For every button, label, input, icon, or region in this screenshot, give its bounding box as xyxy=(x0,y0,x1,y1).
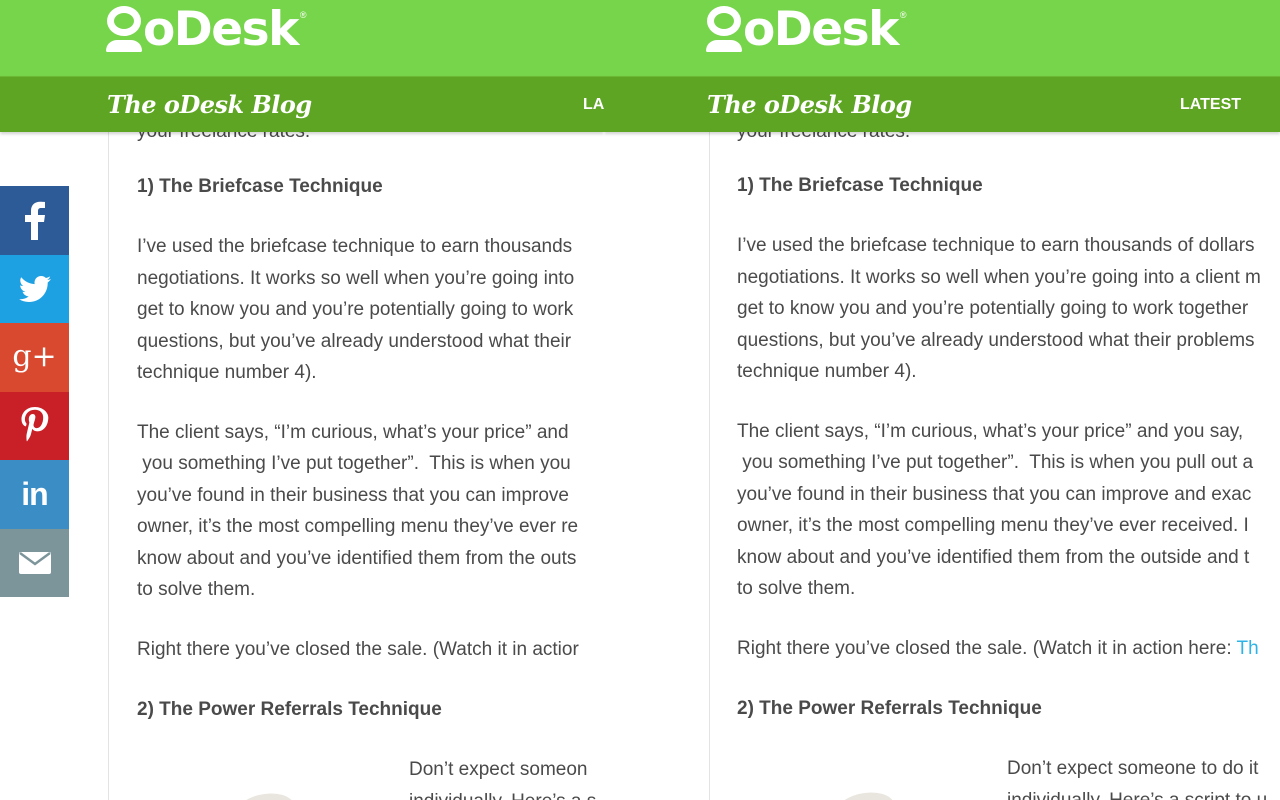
text-line: owner, it’s the most compelling menu the… xyxy=(737,515,1249,537)
content-border xyxy=(108,132,109,800)
text-line: The client says, “I’m curious, what’s yo… xyxy=(137,422,569,444)
watch-in-action-link[interactable]: Th xyxy=(1237,638,1259,659)
referral-intro-text: Don’t expect someon individually. Here’s… xyxy=(409,754,596,800)
text-line: know about and you’ve identified them fr… xyxy=(137,547,577,569)
text-line: get to know you and you’re potentially g… xyxy=(137,299,574,321)
text-line: get to know you and you’re potentially g… xyxy=(737,298,1249,320)
text-line: Right there you’ve closed the sale. (Wat… xyxy=(137,639,579,661)
text-line: you something I’ve put together”. This i… xyxy=(737,452,1254,474)
pinterest-icon xyxy=(21,406,48,441)
paragraph-client-says: The client says, “I’m curious, what’s yo… xyxy=(737,416,1261,604)
article-image-area: Don’t expect someone to do it individual… xyxy=(737,753,1267,800)
pinterest-share-button[interactable] xyxy=(0,391,69,460)
section-heading-referrals: 2) The Power Referrals Technique xyxy=(737,698,1042,720)
section-heading-referrals: 2) The Power Referrals Technique xyxy=(137,699,442,721)
article-image xyxy=(831,786,899,800)
facebook-share-button[interactable] xyxy=(0,186,69,255)
text-line: I’ve used the briefcase technique to ear… xyxy=(737,235,1255,257)
nav-latest-link[interactable]: LATEST xyxy=(1180,96,1241,114)
blog-nav-bar: The oDesk Blog LA xyxy=(0,76,604,132)
text-line: negotiations. It works so well when you’… xyxy=(737,266,1261,288)
google-plus-icon: g+ xyxy=(12,339,57,375)
text-line: technique number 4). xyxy=(737,361,917,383)
text-line: Don’t expect someone to do it xyxy=(1007,758,1259,780)
odesk-logo-mark-icon xyxy=(106,4,142,52)
blog-nav-bar: The oDesk Blog LATEST xyxy=(604,76,1280,132)
paragraph-closed-sale: Right there you’ve closed the sale. (Wat… xyxy=(737,633,1261,664)
facebook-icon xyxy=(24,202,45,241)
text-line: The client says, “I’m curious, what’s yo… xyxy=(737,421,1244,443)
left-page-view: oDesk ® The oDesk Blog LA your freelance… xyxy=(0,0,604,800)
article-body: your freelance rates. 1) The Briefcase T… xyxy=(737,121,1267,800)
blog-title-link[interactable]: The oDesk Blog xyxy=(707,88,912,122)
text-line: individually. Here’s a s xyxy=(409,786,596,800)
registered-mark: ® xyxy=(899,10,907,20)
content-border xyxy=(709,132,710,800)
odesk-logo[interactable]: oDesk ® xyxy=(706,4,907,56)
text-line: to solve them. xyxy=(737,578,856,600)
email-share-button[interactable] xyxy=(0,528,69,597)
section-heading-briefcase: 1) The Briefcase Technique xyxy=(137,176,383,197)
text-line: owner, it’s the most compelling menu the… xyxy=(137,516,579,538)
article-image-area: Don’t expect someon individually. Here’s… xyxy=(137,754,596,800)
paragraph-closed-sale: Right there you’ve closed the sale. (Wat… xyxy=(137,634,579,665)
text-line: you’ve found in their business that you … xyxy=(137,484,569,506)
paragraph-briefcase: I’ve used the briefcase technique to ear… xyxy=(737,230,1261,387)
text-line: questions, but you’ve already understood… xyxy=(737,329,1255,351)
referral-intro-text: Don’t expect someone to do it individual… xyxy=(1007,753,1267,800)
logo-text: oDesk xyxy=(143,2,299,57)
logo-text: oDesk xyxy=(743,2,899,57)
linkedin-share-button[interactable]: in xyxy=(0,460,69,529)
article-body: your freelance rates. 1) The Briefcase T… xyxy=(137,121,596,800)
text-line: Don’t expect someon xyxy=(409,759,588,781)
text-line: I’ve used the briefcase technique to ear… xyxy=(137,236,573,258)
social-share-bar: g+ in xyxy=(0,186,69,597)
site-header: oDesk ® xyxy=(0,0,604,76)
text-line: Right there you’ve closed the sale. (Wat… xyxy=(737,638,1237,660)
site-header: oDesk ® xyxy=(604,0,1280,76)
text-line: know about and you’ve identified them fr… xyxy=(737,546,1250,568)
article-image xyxy=(231,787,299,800)
twitter-share-button[interactable] xyxy=(0,254,69,323)
twitter-bird-icon xyxy=(18,275,51,302)
text-line: negotiations. It works so well when you’… xyxy=(137,267,575,289)
odesk-logo-mark-icon xyxy=(706,4,742,52)
text-line: you’ve found in their business that you … xyxy=(737,483,1252,505)
paragraph-briefcase: I’ve used the briefcase technique to ear… xyxy=(137,231,579,388)
paragraph-client-says: The client says, “I’m curious, what’s yo… xyxy=(137,417,579,605)
google-plus-share-button[interactable]: g+ xyxy=(0,323,69,392)
text-line: individually. Here’s a script to u xyxy=(1007,785,1267,800)
text-line: you something I’ve put together”. This i… xyxy=(137,453,571,475)
section-heading-briefcase: 1) The Briefcase Technique xyxy=(737,175,983,196)
registered-mark: ® xyxy=(299,10,307,20)
nav-latest-link[interactable]: LA xyxy=(583,96,604,114)
blog-title-link[interactable]: The oDesk Blog xyxy=(107,88,312,122)
envelope-icon xyxy=(18,551,51,574)
text-line: to solve them. xyxy=(137,579,256,601)
right-page-view: oDesk ® The oDesk Blog LATEST your freel… xyxy=(604,0,1280,800)
text-line: questions, but you’ve already understood… xyxy=(137,330,572,352)
odesk-logo[interactable]: oDesk ® xyxy=(106,4,307,56)
text-line: technique number 4). xyxy=(137,362,317,384)
linkedin-icon: in xyxy=(21,476,48,513)
